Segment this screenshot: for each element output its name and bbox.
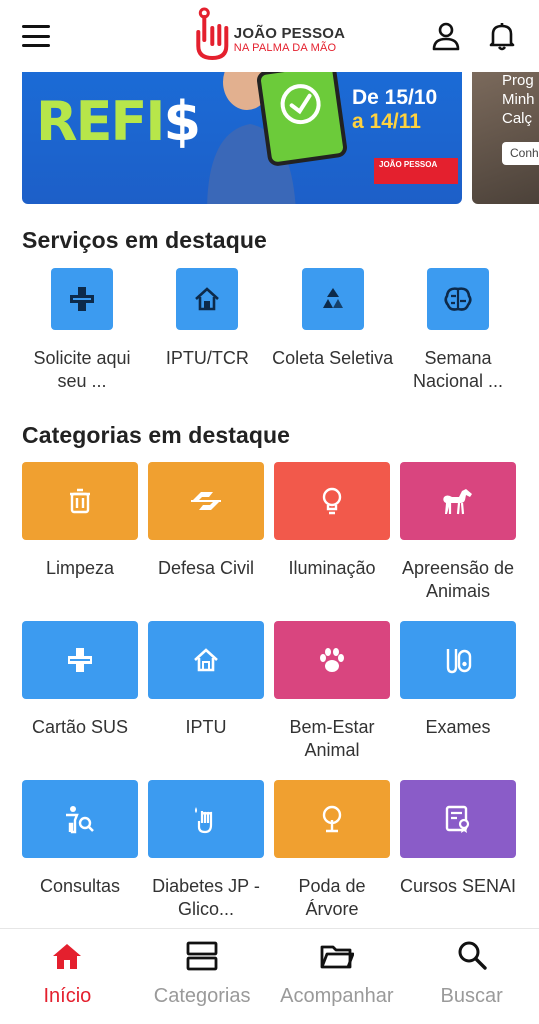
nav-label: Início [43, 985, 92, 1007]
app-header: JOÃO PESSOA NA PALMA DA MÃO [0, 0, 539, 72]
hand-logo-icon [195, 7, 228, 61]
featured-services: Solicite aqui seu ... IPTU/TCR Coleta Se… [20, 268, 520, 393]
category-consultas[interactable]: Consultas [22, 780, 138, 939]
category-apreensao-animais[interactable]: Apreensão de Animais [400, 462, 516, 621]
banner-side-cta[interactable]: Conh [502, 142, 539, 166]
finger-drop-icon [195, 807, 213, 834]
nav-label: Buscar [440, 985, 503, 1007]
search-icon [458, 941, 487, 970]
recycle-icon [322, 288, 343, 308]
service-semana-nacional[interactable]: Semana Nacional ... [396, 268, 520, 393]
category-label: Consultas [39, 876, 121, 896]
nav-label: Categorias [153, 985, 251, 1007]
category-label: Exames [425, 717, 491, 737]
profile-icon[interactable] [431, 21, 461, 51]
nav-categorias[interactable]: Categorias [135, 929, 270, 1024]
shield-arrows-icon [191, 492, 221, 510]
service-coleta-seletiva[interactable]: Coleta Seletiva [271, 268, 395, 393]
featured-categories-grid: Limpeza Defesa Civil Iluminação Apreensã… [22, 462, 518, 939]
tree-icon [322, 805, 342, 833]
app-logo: JOÃO PESSOA NA PALMA DA MÃO [194, 6, 345, 62]
category-label: Iluminação [288, 558, 376, 578]
notification-bell-icon[interactable] [487, 21, 517, 51]
home-icon [53, 944, 82, 969]
logo-subtitle: NA PALMA DA MÃO [233, 42, 337, 55]
category-iptu[interactable]: IPTU [148, 621, 264, 780]
cross-icon [68, 648, 92, 672]
horse-icon [443, 489, 472, 515]
category-limpeza[interactable]: Limpeza [22, 462, 138, 621]
category-defesa-civil[interactable]: Defesa Civil [148, 462, 264, 621]
banner-next-slide[interactable]: Prog Minh Calç Conh [472, 72, 539, 204]
service-iptu-tcr[interactable]: IPTU/TCR [145, 268, 269, 393]
category-label: Cursos SENAI [399, 876, 517, 896]
category-label: IPTU [185, 717, 227, 737]
category-label: Apreensão de Animais [401, 558, 515, 602]
brain-icon [444, 287, 472, 311]
category-iluminacao[interactable]: Iluminação [274, 462, 390, 621]
service-label: IPTU/TCR [165, 348, 249, 368]
category-label: Limpeza [45, 558, 115, 578]
doctor-search-icon [66, 806, 94, 834]
house-icon [195, 287, 220, 311]
folder-icon [320, 945, 354, 969]
lightbulb-icon [322, 487, 342, 515]
service-label: Solicite aqui seu ... [33, 348, 131, 392]
service-solicite[interactable]: Solicite aqui seu ... [20, 268, 144, 393]
category-label: Diabetes JP - Glico... [152, 876, 260, 920]
trash-icon [70, 488, 90, 514]
banner-dates: De 15/10 a 14/11 [352, 86, 438, 134]
paw-icon [320, 648, 344, 672]
category-label: Bem-Estar Animal [289, 717, 375, 761]
category-exames[interactable]: Exames [400, 621, 516, 780]
service-label: Coleta Seletiva [272, 348, 394, 368]
certificate-icon [445, 805, 470, 833]
banner-headline: REFI$ [36, 90, 201, 153]
hamburger-menu-icon[interactable] [22, 25, 50, 47]
banner-carousel[interactable]: REFI$ De 15/10 a 14/11 JOÃO PESSOA Prog … [0, 72, 539, 206]
category-diabetes[interactable]: Diabetes JP - Glico... [148, 780, 264, 939]
category-bem-estar-animal[interactable]: Bem-Estar Animal [274, 621, 390, 780]
service-label: Semana Nacional ... [412, 348, 503, 392]
categories-icon [186, 941, 218, 971]
category-label: Defesa Civil [157, 558, 255, 578]
nav-acompanhar[interactable]: Acompanhar [270, 929, 405, 1024]
category-cartao-sus[interactable]: Cartão SUS [22, 621, 138, 780]
banner-jp-badge: JOÃO PESSOA [374, 158, 458, 184]
category-cursos-senai[interactable]: Cursos SENAI [400, 780, 516, 939]
house-icon [194, 648, 218, 672]
categories-section-title: Categorias em destaque [22, 422, 291, 448]
test-tube-icon [446, 649, 472, 674]
logo-title: JOÃO PESSOA [233, 24, 346, 42]
bottom-navigation: Início Categorias Acompanhar Buscar [0, 928, 539, 1024]
nav-label: Acompanhar [280, 985, 394, 1007]
nav-inicio[interactable]: Início [0, 929, 135, 1024]
category-poda-arvore[interactable]: Poda de Árvore [274, 780, 390, 939]
cross-icon [70, 287, 94, 311]
services-section-title: Serviços em destaque [22, 227, 267, 253]
banner-refis[interactable]: REFI$ De 15/10 a 14/11 JOÃO PESSOA [22, 72, 462, 204]
category-label: Cartão SUS [31, 717, 129, 737]
banner-phone-image [255, 72, 349, 168]
nav-buscar[interactable]: Buscar [404, 929, 539, 1024]
category-label: Poda de Árvore [298, 876, 366, 920]
